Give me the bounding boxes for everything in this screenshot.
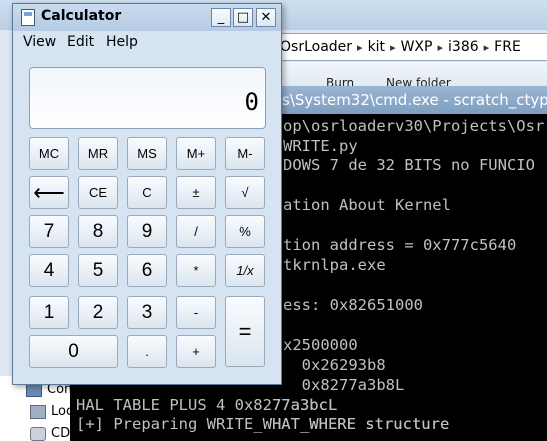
cmd-title-bar[interactable]: s\System32\cmd.exe - scratch_ctypes	[270, 86, 547, 114]
maximize-button[interactable]: □	[233, 8, 253, 27]
mr-button[interactable]: MR	[78, 137, 118, 170]
digit-7-button[interactable]: 7	[29, 215, 69, 248]
digit-1-button[interactable]: 1	[29, 296, 69, 329]
digit-5-button[interactable]: 5	[78, 254, 118, 287]
breadcrumb-osrloader[interactable]: OsrLoader	[277, 39, 355, 55]
digit-8-button[interactable]: 8	[78, 215, 118, 248]
m-plus-button[interactable]: M+	[176, 137, 216, 170]
explorer-address-bar[interactable]: OsrLoader ▸ kit ▸ WXP ▸ i386 ▸ FRE	[276, 33, 547, 61]
decimal-button[interactable]: .	[127, 335, 167, 368]
calculator-title-bar[interactable]: Calculator _ □ ✕	[13, 4, 281, 31]
digit-2-button[interactable]: 2	[78, 296, 118, 329]
cmd-line: HAL TABLE PLUS 4 0x8277a3bcL	[76, 396, 338, 414]
nav-item-label: CD	[51, 426, 71, 441]
minimize-button[interactable]: _	[211, 8, 231, 27]
nav-item-cd-drive[interactable]: CD	[30, 426, 70, 441]
minus-button[interactable]: -	[176, 296, 216, 329]
digit-4-button[interactable]: 4	[29, 254, 69, 287]
explorer-toolbar: Burn New folder	[276, 62, 547, 90]
drive-icon	[30, 404, 46, 419]
window-title: Calculator	[41, 8, 122, 24]
breadcrumb-separator-icon: ▸	[483, 40, 490, 54]
digit-0-button[interactable]: 0	[29, 335, 118, 368]
reciprocal-button[interactable]: 1/x	[225, 254, 265, 287]
breadcrumb-separator-icon: ▸	[390, 40, 396, 54]
breadcrumb-separator-icon: ▸	[357, 40, 363, 54]
clear-button[interactable]: C	[127, 176, 167, 209]
plus-minus-button[interactable]: ±	[176, 176, 216, 209]
percent-button[interactable]: %	[225, 215, 265, 248]
display-value: 0	[244, 88, 259, 116]
m-minus-button[interactable]: M-	[225, 137, 265, 170]
clear-entry-button[interactable]: CE	[78, 176, 118, 209]
mc-button[interactable]: MC	[29, 137, 69, 170]
digit-9-button[interactable]: 9	[127, 215, 167, 248]
ms-button[interactable]: MS	[127, 137, 167, 170]
breadcrumb-separator-icon: ▸	[437, 40, 444, 54]
digit-3-button[interactable]: 3	[127, 296, 167, 329]
equals-button[interactable]: =	[225, 296, 265, 367]
breadcrumb-kit[interactable]: kit	[365, 39, 389, 55]
digit-6-button[interactable]: 6	[127, 254, 167, 287]
explorer-nav-pane: Com Loc CD	[0, 376, 80, 441]
cmd-window[interactable]	[270, 86, 547, 441]
nav-item-local-disk[interactable]: Loc	[30, 404, 73, 419]
menu-bar: View Edit Help	[13, 31, 281, 55]
close-button[interactable]: ✕	[256, 8, 276, 27]
breadcrumb-wxp[interactable]: WXP	[398, 39, 436, 55]
cd-drive-icon	[30, 426, 46, 441]
menu-edit[interactable]: Edit	[67, 34, 94, 50]
calculator-icon	[21, 9, 35, 26]
calculator-display: 0	[29, 67, 266, 129]
multiply-button[interactable]: *	[176, 254, 216, 287]
plus-button[interactable]: +	[176, 335, 216, 368]
menu-view[interactable]: View	[23, 34, 56, 50]
breadcrumb-fre[interactable]: FRE	[491, 39, 524, 55]
calculator-window[interactable]: Calculator _ □ ✕ View Edit Help 0 MC MR …	[12, 3, 282, 385]
square-root-button[interactable]: √	[225, 176, 265, 209]
breadcrumb-i386[interactable]: i386	[445, 39, 482, 55]
cmd-line: [+] Preparing WRITE_WHAT_WHERE structure	[76, 415, 450, 433]
menu-help[interactable]: Help	[106, 34, 138, 50]
divide-button[interactable]: /	[176, 215, 216, 248]
backspace-button[interactable]: ⟵	[29, 176, 69, 209]
